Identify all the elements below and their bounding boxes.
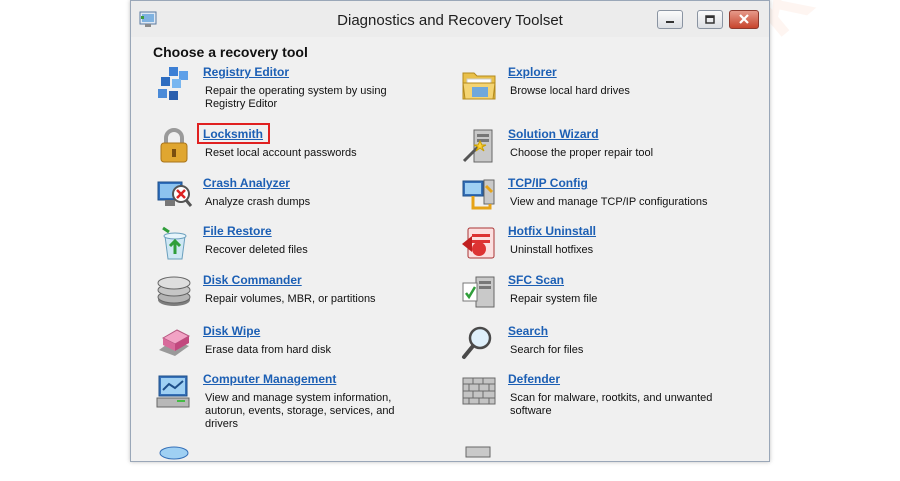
disk-stack-icon [157,276,191,306]
recovery-toolset-window: Diagnostics and Recovery Toolset Choose … [130,0,770,462]
hotfix-uninstall-link[interactable]: Hotfix Uninstall [508,224,596,238]
recycle-bin-icon [162,226,187,260]
sfc-scan-desc: Repair system file [510,293,598,305]
disk-wipe-desc: Erase data from hard disk [205,344,331,356]
maximize-button[interactable] [697,10,723,29]
magnifier-icon [462,326,492,359]
search-link[interactable]: Search [508,324,548,338]
solution-wizard-desc: Choose the proper repair tool [510,147,654,159]
maximize-icon [705,15,715,24]
padlock-icon [160,128,188,163]
title-bar[interactable]: Diagnostics and Recovery Toolset [131,1,769,37]
next-tool-icon [159,446,189,460]
eraser-icon [159,329,191,356]
tcpip-config-link[interactable]: TCP/IP Config [508,176,588,190]
crash-analyzer-desc: Analyze crash dumps [205,196,311,208]
tcpip-config-desc: View and manage TCP/IP configurations [510,196,708,208]
close-button[interactable] [729,10,759,29]
search-desc: Search for files [510,344,584,356]
defender-wall-icon [462,377,496,405]
crash-analyzer-link[interactable]: Crash Analyzer [203,176,290,190]
wizard-icon [462,129,493,163]
network-config-icon [462,179,495,210]
sfc-scan-link[interactable]: SFC Scan [508,273,564,287]
disk-commander-desc: Repair volumes, MBR, or partitions [205,293,376,305]
next-tool-right-icon [465,446,491,458]
page-heading: Choose a recovery tool [153,44,308,60]
registry-icon [158,67,188,100]
defender-desc: Scan for malware, rootkits, and unwanted… [510,392,713,417]
file-restore-link[interactable]: File Restore [203,224,272,238]
defender-link[interactable]: Defender [508,372,560,386]
disk-wipe-link[interactable]: Disk Wipe [203,324,260,338]
explorer-desc: Browse local hard drives [510,85,630,97]
registry-editor-desc: Repair the operating system by using Reg… [205,85,387,110]
file-restore-desc: Recover deleted files [205,244,308,256]
sfc-scan-icon [462,276,495,308]
hotfix-icon [462,227,495,259]
disk-commander-link[interactable]: Disk Commander [203,273,302,287]
minimize-icon [666,21,674,23]
locksmith-highlight-box [197,123,270,144]
explorer-link[interactable]: Explorer [508,65,557,79]
computer-management-desc: View and manage system information, auto… [205,392,395,430]
computer-management-link[interactable]: Computer Management [203,372,336,386]
hotfix-uninstall-desc: Uninstall hotfixes [510,244,594,256]
folder-icon [462,72,496,100]
crash-analyzer-icon [157,181,193,207]
locksmith-desc: Reset local account passwords [205,147,357,159]
computer-management-icon [156,375,190,408]
minimize-button[interactable] [657,10,683,29]
close-icon [739,14,749,24]
solution-wizard-link[interactable]: Solution Wizard [508,127,599,141]
registry-editor-link[interactable]: Registry Editor [203,65,289,79]
